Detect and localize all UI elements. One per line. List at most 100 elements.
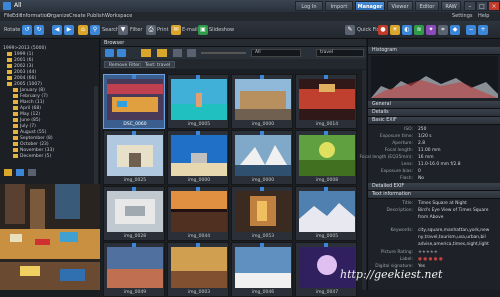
thumbnail-cell[interactable]: img_0049	[103, 242, 165, 297]
thumbnail-image	[235, 191, 291, 232]
maximize-button[interactable]: □	[476, 1, 488, 11]
thumbnail-cell[interactable]: img_0005	[295, 186, 357, 241]
text-row-rating: Picture Rating: ★★★★★	[380, 249, 438, 256]
print-label[interactable]: Print	[157, 27, 169, 33]
properties-panel: Histogram General Details Basic EXIF ISO…	[360, 39, 500, 290]
filter-label[interactable]: Filter	[130, 27, 142, 33]
thumbnail-cell[interactable]: img_0008	[295, 130, 357, 185]
menu-publish[interactable]: Publish	[87, 13, 105, 19]
thumbnail-cell[interactable]: img_0005	[167, 74, 229, 129]
refresh-icon[interactable]	[28, 169, 36, 176]
toolbar: Rotate ↺ ↻ ◀ ▶ ⌂ ⚲ Search ▼ Filter ⎙ Pri…	[0, 21, 500, 39]
favorites-icon[interactable]	[16, 169, 24, 176]
tree-item-december[interactable]: December (5)	[13, 154, 51, 160]
thumbnail-image	[171, 191, 227, 232]
tree-scrollbar[interactable]	[94, 86, 98, 186]
search-icon[interactable]: ⚲	[90, 25, 100, 35]
email-icon[interactable]: ✉	[171, 25, 181, 35]
thumbnail-cell[interactable]: img_0053	[231, 186, 293, 241]
sort-icon[interactable]	[173, 49, 182, 57]
view-filter-select[interactable]: All	[251, 49, 301, 57]
mode-import[interactable]: Import	[325, 1, 353, 11]
text-filter-chip[interactable]: Text: travel	[140, 61, 176, 68]
mode-viewer[interactable]: Viewer	[387, 1, 413, 11]
menu-organize[interactable]: Organize	[47, 13, 69, 19]
histogram-header[interactable]: Histogram	[368, 47, 500, 55]
basic-exif-header[interactable]: Basic EXIF	[368, 117, 500, 125]
color-labels[interactable]: ● ● ● ● ●	[418, 256, 443, 263]
thumbnail-cell[interactable]: img_0025	[103, 130, 165, 185]
slideshow-icon[interactable]: ▣	[198, 25, 208, 35]
back-icon[interactable]: ◀	[52, 25, 62, 35]
text-row-label: Label: ● ● ● ● ●	[399, 256, 443, 263]
zoom-out-icon[interactable]: −	[466, 25, 476, 35]
window-title: All	[14, 2, 22, 9]
thumbnail-cell[interactable]: img_0046	[231, 242, 293, 297]
search-input[interactable]: travel	[316, 49, 364, 57]
folder-up-icon[interactable]	[141, 49, 151, 57]
minimize-button[interactable]: –	[464, 1, 476, 11]
nav-forward-icon[interactable]	[117, 49, 126, 57]
status-badge	[132, 243, 136, 247]
filter-icon[interactable]: ▼	[118, 25, 128, 35]
effects-icon[interactable]: ✦	[426, 25, 436, 35]
mode-editor[interactable]: Editor	[415, 1, 439, 11]
thumbnail-image	[107, 191, 163, 232]
search-label[interactable]: Search	[102, 27, 119, 33]
text-row-description-cont: from Above	[418, 215, 444, 220]
rotate-left-icon[interactable]: ↺	[22, 25, 32, 35]
thumbnail-cell[interactable]: img_0028	[103, 186, 165, 241]
menu-create[interactable]: Create	[69, 13, 86, 19]
rotate-right-icon[interactable]: ↻	[34, 25, 44, 35]
folder-icon	[13, 94, 18, 98]
text-row-description: Description: Bird's Eye View of Times Squ…	[386, 208, 489, 213]
general-header[interactable]: General	[368, 101, 500, 109]
nav-back-icon[interactable]	[105, 49, 114, 57]
quick-fix-icon[interactable]: ✎	[345, 25, 355, 35]
folder-icon	[13, 100, 18, 104]
mode-raw[interactable]: RAW	[441, 1, 461, 11]
status-badge	[324, 243, 328, 247]
histogram-chart	[371, 56, 498, 98]
menu-settings[interactable]: Settings	[452, 13, 473, 19]
status-badge	[260, 187, 264, 191]
grid-scrollbar[interactable]	[362, 70, 366, 290]
view-icon[interactable]	[187, 49, 196, 57]
new-folder-icon[interactable]	[4, 169, 12, 176]
crop-icon[interactable]: ⌗	[438, 25, 448, 35]
thumbnail-cell[interactable]: img_0044	[167, 186, 229, 241]
color-icon[interactable]: ◐	[402, 25, 412, 35]
quick-fix-label[interactable]: Quick Fix	[357, 27, 380, 33]
menu-information[interactable]: Information	[21, 13, 50, 19]
status-badge	[324, 75, 328, 79]
rating-stars[interactable]: ★★★★★	[418, 249, 438, 256]
open-folder-icon[interactable]	[157, 49, 167, 57]
remove-filter-button[interactable]: Remove Filter	[104, 61, 145, 68]
menu-workspace[interactable]: Workspace	[105, 13, 132, 19]
forward-icon[interactable]: ▶	[64, 25, 74, 35]
sharpen-icon[interactable]: ◆	[450, 25, 460, 35]
text-row-keywords: Keywords: city,square,manhattan,york,new	[390, 228, 490, 233]
slideshow-label[interactable]: Slideshow	[209, 27, 234, 33]
zoom-in-icon[interactable]: +	[478, 25, 488, 35]
text-information-header[interactable]: Text information	[368, 191, 500, 199]
close-button[interactable]: ×	[488, 1, 500, 11]
thumbnail-size-slider[interactable]	[201, 52, 246, 54]
thumbnail-cell[interactable]: img_0000	[167, 130, 229, 185]
email-label[interactable]: E-mail	[182, 27, 198, 33]
thumbnail-cell[interactable]: DSC_0060	[103, 74, 165, 129]
details-header[interactable]: Details	[368, 109, 500, 117]
detailed-exif-header[interactable]: Detailed EXIF	[368, 183, 500, 191]
thumbnail-cell[interactable]: img_0000	[231, 130, 293, 185]
thumbnail-cell[interactable]: img_0014	[295, 74, 357, 129]
mode-login[interactable]: Log In	[295, 1, 323, 11]
thumbnail-cell[interactable]: img_0000	[231, 74, 293, 129]
menu-help[interactable]: Help	[478, 13, 489, 19]
print-icon[interactable]: ⎙	[146, 25, 156, 35]
red-eye-icon[interactable]: ●	[378, 25, 388, 35]
home-icon[interactable]: ⌂	[78, 25, 88, 35]
exposure-icon[interactable]: ☀	[390, 25, 400, 35]
thumbnail-cell[interactable]: img_0003	[167, 242, 229, 297]
mode-manager[interactable]: Manager	[355, 1, 385, 11]
levels-icon[interactable]: ≋	[414, 25, 424, 35]
